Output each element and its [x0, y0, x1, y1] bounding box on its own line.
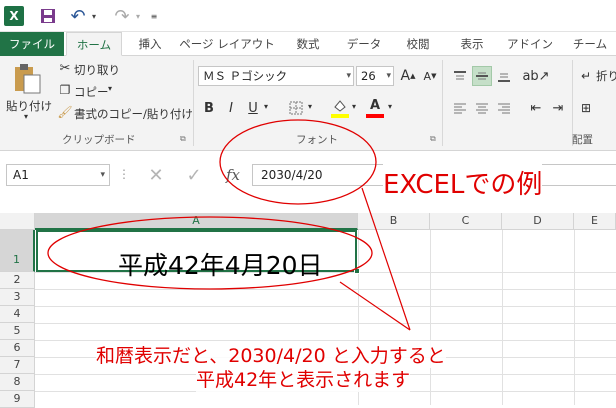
annotation-caption-line2: 平成42年と表示されます	[196, 365, 411, 392]
annotation-caption-line1: 和暦表示だと、2030/4/20 と入力すると	[96, 341, 446, 368]
annotation-ellipse-formula	[219, 119, 377, 205]
annotation-title: EXCELでの例	[383, 164, 543, 201]
annotation-pointer-line	[339, 281, 411, 331]
annotation-ellipse-cell	[47, 216, 373, 290]
